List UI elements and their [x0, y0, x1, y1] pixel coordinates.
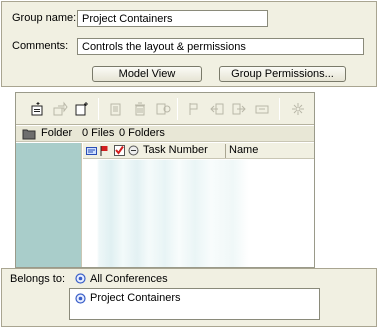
new-folder-icon[interactable] [74, 101, 90, 117]
files-count: 0 Files [82, 127, 115, 139]
message-column-icon[interactable] [86, 146, 97, 159]
checkbox-column-icon[interactable] [114, 145, 125, 159]
link-icon[interactable] [254, 101, 270, 117]
move-icon[interactable] [52, 101, 68, 117]
new-document-icon[interactable] [29, 101, 45, 117]
group-form-panel: Group name: Project Containers Comments:… [1, 1, 377, 87]
conference-icon [75, 293, 86, 304]
group-name-field[interactable]: Project Containers [77, 10, 268, 27]
flag-icon[interactable] [186, 101, 202, 117]
properties-icon[interactable] [155, 101, 171, 117]
folder-label: Folder [41, 127, 73, 139]
document-browser: Folder 0 Files 0 Folders Task Number Nam… [15, 92, 315, 268]
status-column-icon[interactable] [128, 145, 139, 159]
copy-icon[interactable] [108, 101, 124, 117]
belongs-to-list[interactable]: Project Containers [69, 288, 320, 320]
comments-label: Comments: [12, 40, 69, 52]
toolbar-separator [177, 98, 178, 120]
document-grid[interactable] [83, 160, 314, 267]
toolbar-separator [98, 98, 99, 120]
parent-conference-link[interactable]: All Conferences [90, 273, 168, 285]
belongs-to-panel: Belongs to: All Conferences Project Cont… [1, 268, 377, 327]
belongs-to-label: Belongs to: [10, 273, 66, 285]
flag-column-icon[interactable] [100, 145, 109, 160]
folder-icon [22, 128, 36, 143]
delete-icon[interactable] [132, 101, 148, 117]
task-number-column-header[interactable]: Task Number [143, 143, 208, 159]
browser-toolbar [16, 93, 314, 125]
folder-tree-pane[interactable] [16, 143, 82, 267]
comments-field[interactable]: Controls the layout & permissions [77, 38, 364, 55]
list-item[interactable]: Project Containers [90, 292, 181, 304]
settings-icon[interactable] [290, 101, 306, 117]
import-icon[interactable] [209, 101, 225, 117]
column-divider[interactable] [225, 144, 226, 158]
grid-header: Task Number Name [83, 143, 314, 159]
name-column-header[interactable]: Name [229, 143, 258, 159]
export-icon[interactable] [231, 101, 247, 117]
group-name-label: Group name: [12, 12, 77, 24]
toolbar-separator [279, 98, 280, 120]
folders-count: 0 Folders [119, 127, 165, 139]
model-view-button[interactable]: Model View [92, 66, 202, 82]
folder-status-bar: Folder 0 Files 0 Folders [16, 126, 314, 142]
conference-icon [75, 273, 86, 284]
group-permissions-button[interactable]: Group Permissions... [219, 66, 346, 82]
